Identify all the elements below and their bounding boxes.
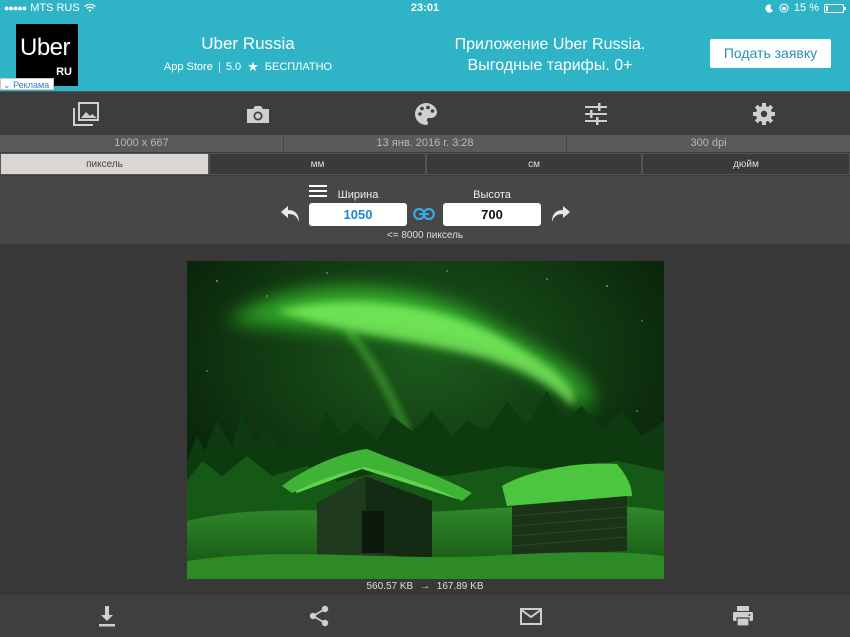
resize-panel: Ширина 1050 Высота 700 <= 8000 пиксель <box>0 176 850 244</box>
share-icon[interactable] <box>307 604 331 628</box>
print-icon[interactable] <box>731 604 755 628</box>
file-size-info: 560.57 KB → 167.89 KB <box>300 581 550 592</box>
photo-preview[interactable] <box>187 261 664 579</box>
height-input[interactable]: 700 <box>443 203 541 226</box>
battery-icon <box>824 3 846 13</box>
undo-icon[interactable] <box>279 203 303 225</box>
ad-desc-line2: Выгодные тарифы. 0+ <box>467 57 633 74</box>
arrow-right-icon: → <box>420 581 430 592</box>
star-icon: ★ <box>247 59 259 74</box>
ad-store: App Store <box>163 61 213 73</box>
image-dimensions: 1000 x 667 <box>0 135 284 152</box>
ad-label[interactable]: ⌄ Реклама <box>0 78 55 90</box>
unit-tabs: пиксель мм см дюйм <box>0 153 850 175</box>
chevron-down-icon: ⌄ <box>3 80 11 90</box>
divider <box>218 61 220 73</box>
logo-sub: RU <box>56 66 72 78</box>
sliders-icon[interactable] <box>583 102 609 126</box>
original-file-size: 560.57 KB <box>366 581 414 592</box>
ad-meta: App Store 5.0 ★ БЕСПЛАТНО <box>150 59 346 75</box>
ad-title[interactable]: Uber Russia <box>150 34 346 54</box>
gallery-icon[interactable] <box>73 102 99 126</box>
size-limit-hint: <= 8000 пиксель <box>386 230 464 241</box>
rotation-lock-icon <box>779 3 789 13</box>
ad-label-text: Реклама <box>13 80 50 90</box>
image-info-row: 1000 x 667 13 янв. 2016 г. 3:28 300 dpi <box>0 135 850 152</box>
new-file-size: 167.89 KB <box>436 581 484 592</box>
redo-icon[interactable] <box>548 203 572 225</box>
ad-description: Приложение Uber Russia. Выгодные тарифы.… <box>430 34 670 76</box>
image-preview-area: 560.57 KB → 167.89 KB <box>0 245 850 595</box>
clock: 23:01 <box>410 2 440 14</box>
image-dpi: 300 dpi <box>690 137 727 149</box>
bottom-toolbar <box>0 595 850 637</box>
logo-text: Uber <box>20 34 71 61</box>
tab-inch[interactable]: дюйм <box>642 153 850 175</box>
moon-icon <box>765 3 774 13</box>
status-bar: ●●●●● MTS RUS 23:01 15 % <box>0 0 850 18</box>
main-toolbar <box>0 91 850 135</box>
ad-price: БЕСПЛАТНО <box>264 61 333 73</box>
download-icon[interactable] <box>95 604 119 628</box>
tab-mm[interactable]: мм <box>209 153 426 175</box>
image-date: 13 янв. 2016 г. 3:28 <box>284 135 567 152</box>
ad-desc-line1: Приложение Uber Russia. <box>454 36 646 53</box>
battery-percent: 15 % <box>793 2 819 14</box>
link-icon[interactable] <box>413 207 435 221</box>
width-input[interactable]: 1050 <box>309 203 407 226</box>
ad-rating: 5.0 <box>225 61 242 73</box>
camera-icon[interactable] <box>245 102 271 126</box>
tab-cm[interactable]: см <box>426 153 642 175</box>
tab-pixel[interactable]: пиксель <box>0 153 209 175</box>
apply-button[interactable]: Подать заявку <box>710 39 831 68</box>
status-right: 15 % <box>765 2 846 14</box>
width-label: Ширина <box>337 189 379 201</box>
gear-icon[interactable] <box>751 102 777 126</box>
palette-icon[interactable] <box>413 102 439 126</box>
height-label: Высота <box>473 189 511 201</box>
uber-logo[interactable]: Uber RU <box>16 24 78 86</box>
mail-icon[interactable] <box>519 604 543 628</box>
ad-banner[interactable]: Uber RU ⌄ Реклама Uber Russia App Store … <box>0 18 850 91</box>
